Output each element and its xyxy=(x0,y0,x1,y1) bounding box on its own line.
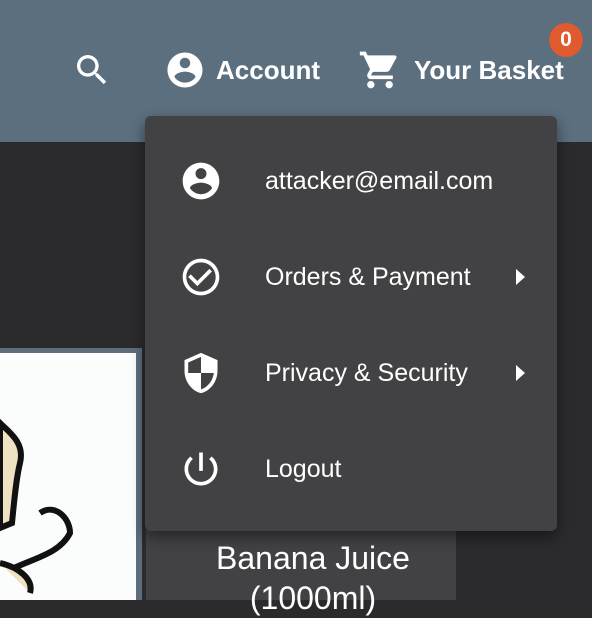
basket-button[interactable]: Your Basket xyxy=(358,48,564,92)
shopping-cart-icon xyxy=(359,51,397,89)
account-menu: attacker@email.com Orders & Payment Priv… xyxy=(145,116,557,531)
account-circle-icon xyxy=(167,52,203,88)
menu-item-privacy-security[interactable]: Privacy & Security xyxy=(145,325,557,421)
menu-item-label: Logout xyxy=(265,454,342,483)
menu-item-label: attacker@email.com xyxy=(265,166,494,195)
menu-item-logout[interactable]: Logout xyxy=(145,421,557,517)
menu-item-orders-payment[interactable]: Orders & Payment xyxy=(145,229,557,325)
menu-item-label: Privacy & Security xyxy=(265,358,468,387)
product-image xyxy=(0,353,136,600)
product-name: Banana Juice (1000ml) xyxy=(216,540,410,616)
basket-count-badge: 0 xyxy=(549,23,583,57)
product-card[interactable] xyxy=(0,348,142,600)
basket-label: Your Basket xyxy=(414,54,564,85)
menu-item-email[interactable]: attacker@email.com xyxy=(145,133,557,229)
shield-icon xyxy=(179,351,223,395)
check-circle-icon xyxy=(179,255,223,299)
account-label: Account xyxy=(216,54,320,85)
power-icon xyxy=(179,447,223,491)
search-icon xyxy=(77,55,107,85)
account-circle-icon xyxy=(179,159,223,203)
account-button[interactable]: Account xyxy=(164,48,320,92)
search-button[interactable] xyxy=(72,48,112,92)
menu-item-label: Orders & Payment xyxy=(265,262,471,291)
submenu-arrow-icon xyxy=(513,267,527,287)
submenu-arrow-icon xyxy=(513,363,527,383)
